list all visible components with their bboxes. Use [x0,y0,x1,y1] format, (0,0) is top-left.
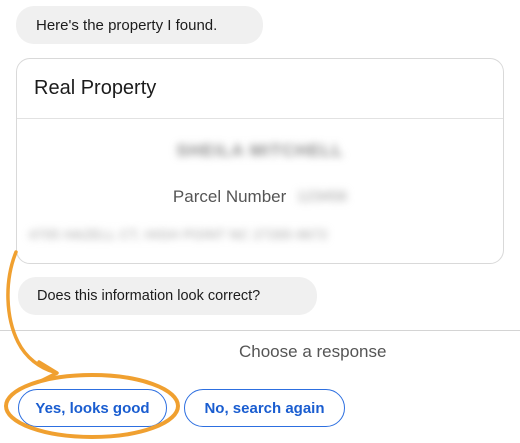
bot-message-intro: Here's the property I found. [16,6,263,44]
bot-message-question: Does this information look correct? [18,277,317,315]
choose-response-label: Choose a response [239,342,387,361]
property-card: Real Property SHEILA MITCHELL Parcel Num… [16,58,504,264]
chat-window: Here's the property I found. Real Proper… [0,0,520,443]
response-divider [0,330,520,331]
property-card-body: SHEILA MITCHELL Parcel Number 123456 470… [17,119,503,263]
bot-message-intro-text: Here's the property I found. [36,16,218,34]
parcel-row: Parcel Number 123456 [17,186,503,207]
bot-message-question-text: Does this information look correct? [37,288,261,304]
no-search-again-button[interactable]: No, search again [184,389,345,427]
parcel-number-redacted: 123456 [297,188,348,206]
owner-name-redacted: SHEILA MITCHELL [176,141,344,160]
property-address-redacted: 4705 HAZELL CT, HIGH POINT NC 27265-9672 [29,227,328,242]
parcel-number-label: Parcel Number [172,186,287,206]
arrow-head-icon [37,360,59,383]
property-card-title: Real Property [17,59,503,119]
yes-looks-good-button[interactable]: Yes, looks good [18,389,167,427]
